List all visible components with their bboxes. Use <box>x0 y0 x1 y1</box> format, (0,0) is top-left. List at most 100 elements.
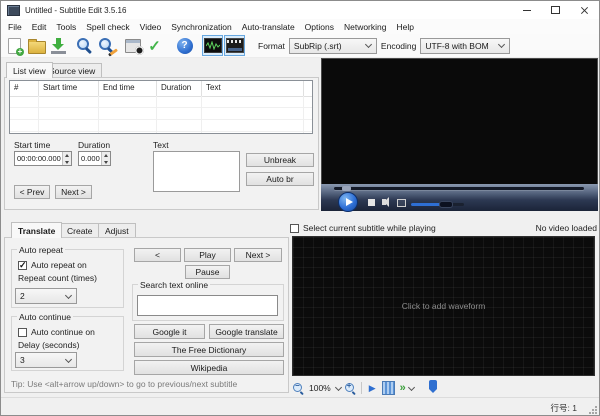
table-body[interactable] <box>10 96 312 133</box>
menu-tools[interactable]: Tools <box>51 19 81 34</box>
stop-icon[interactable] <box>368 199 375 206</box>
auto-repeat-checkbox-label: Auto repeat on <box>31 260 87 270</box>
spin-down-icon <box>102 158 110 165</box>
start-time-label: Start time <box>14 140 51 150</box>
tab-translate[interactable]: Translate <box>11 222 63 238</box>
encoding-select[interactable]: UTF-8 with BOM <box>420 37 511 54</box>
volume-handle[interactable] <box>439 201 453 208</box>
menu-spell-check[interactable]: Spell check <box>81 19 134 34</box>
open-file-icon[interactable] <box>26 35 47 56</box>
delay-select[interactable]: 3 <box>15 352 77 368</box>
tab-create[interactable]: Create <box>60 223 100 238</box>
chevron-down-icon <box>364 40 372 49</box>
format-select[interactable]: SubRip (.srt) <box>288 37 377 54</box>
spell-check-icon[interactable] <box>144 35 165 56</box>
new-file-icon[interactable] <box>4 35 25 56</box>
auto-continue-checkbox[interactable] <box>18 328 27 337</box>
waveform-placeholder: Click to add waveform <box>401 301 486 311</box>
delay-label: Delay (seconds) <box>18 340 80 350</box>
column-end-time[interactable]: End time <box>99 81 157 96</box>
auto-repeat-checkbox[interactable] <box>18 260 27 271</box>
chevron-down-icon[interactable] <box>334 383 342 391</box>
close-button[interactable] <box>570 1 599 19</box>
menu-synchronization[interactable]: Synchronization <box>166 19 236 34</box>
free-dictionary-button[interactable]: The Free Dictionary <box>134 342 284 357</box>
search-online-title: Search text online <box>138 280 211 290</box>
play-icon[interactable] <box>338 192 358 212</box>
repeat-count-select[interactable]: 2 <box>15 288 77 304</box>
menu-networking[interactable]: Networking <box>339 19 392 34</box>
unbreak-button[interactable]: Unbreak <box>246 153 314 167</box>
menu-options[interactable]: Options <box>300 19 339 34</box>
subtitle-text-input[interactable] <box>153 151 240 192</box>
window-title: Untitled - Subtitle Edit 3.5.16 <box>25 5 127 15</box>
tip-text: Tip: Use <alt+arrow up/down> to go to pr… <box>11 379 238 389</box>
volume-fill <box>411 203 441 206</box>
find-icon[interactable] <box>74 35 95 56</box>
text-label: Text <box>153 140 169 150</box>
toggle-video-icon[interactable] <box>224 35 245 56</box>
app-window: Untitled - Subtitle Edit 3.5.16 File Edi… <box>0 0 600 416</box>
back-button[interactable]: < <box>134 248 181 262</box>
save-file-icon[interactable] <box>48 35 69 56</box>
waveform-toolbar: 100% ▶ » <box>292 379 598 397</box>
waveform-zoom-value[interactable]: 100% <box>309 383 331 393</box>
minimize-button[interactable] <box>512 1 541 19</box>
playback-speed-icon[interactable]: » <box>400 382 406 394</box>
format-label: Format <box>258 40 285 51</box>
menu-video[interactable]: Video <box>135 19 167 34</box>
google-translate-button[interactable]: Google translate <box>209 324 284 339</box>
select-subtitle-checkbox[interactable] <box>290 224 299 233</box>
subtitle-table[interactable]: # Start time End time Duration Text <box>9 80 313 134</box>
chevron-down-icon[interactable] <box>407 383 415 391</box>
chevron-down-icon <box>64 355 73 363</box>
pause-button[interactable]: Pause <box>185 265 230 279</box>
search-online-input[interactable] <box>137 295 278 316</box>
start-time-spinner[interactable]: 00:00:00.000 <box>14 151 72 166</box>
play-button[interactable]: Play <box>184 248 231 262</box>
resize-grip-icon[interactable] <box>592 409 594 411</box>
separator <box>360 382 362 394</box>
volume-icon[interactable] <box>382 197 389 207</box>
menu-help[interactable]: Help <box>392 19 419 34</box>
waveform-canvas[interactable]: Click to add waveform <box>292 236 595 376</box>
chevron-down-icon <box>498 40 506 49</box>
volume-slider[interactable] <box>411 201 464 208</box>
zoom-in-icon[interactable] <box>344 381 357 395</box>
next-button[interactable]: Next > <box>234 248 282 262</box>
google-it-button[interactable]: Google it <box>134 324 205 339</box>
duration-spinner[interactable]: 0.000 <box>78 151 111 166</box>
tab-list-view[interactable]: List view <box>6 62 53 78</box>
auto-repeat-title: Auto repeat <box>17 245 65 255</box>
app-icon <box>7 4 20 16</box>
prev-subtitle-button[interactable]: < Prev <box>14 185 50 199</box>
menu-auto-translate[interactable]: Auto-translate <box>237 19 300 34</box>
visual-sync-icon[interactable] <box>122 35 144 56</box>
position-marker-icon[interactable] <box>429 380 437 393</box>
menu-edit[interactable]: Edit <box>27 19 52 34</box>
select-subtitle-label: Select current subtitle while playing <box>303 223 436 233</box>
maximize-button[interactable] <box>541 1 570 19</box>
vertical-zoom-icon[interactable] <box>381 381 395 395</box>
toggle-waveform-icon[interactable] <box>202 35 223 56</box>
seek-bar[interactable] <box>334 186 584 191</box>
column-text[interactable]: Text <box>202 81 304 96</box>
menu-file[interactable]: File <box>3 19 27 34</box>
replace-icon[interactable] <box>96 35 118 57</box>
zoom-out-icon[interactable] <box>292 381 305 395</box>
seek-thumb[interactable] <box>342 186 351 191</box>
waveform-play-icon[interactable]: ▶ <box>369 383 376 394</box>
next-subtitle-button[interactable]: Next > <box>55 185 92 199</box>
column-number[interactable]: # <box>10 81 39 96</box>
video-display[interactable] <box>321 58 598 184</box>
fullscreen-icon[interactable] <box>397 199 406 207</box>
wikipedia-button[interactable]: Wikipedia <box>134 360 284 375</box>
title-bar: Untitled - Subtitle Edit 3.5.16 <box>1 1 599 19</box>
tab-adjust[interactable]: Adjust <box>98 223 136 238</box>
help-icon[interactable] <box>174 35 195 56</box>
column-start-time[interactable]: Start time <box>39 81 99 96</box>
column-filler <box>304 81 312 96</box>
column-duration[interactable]: Duration <box>157 81 202 96</box>
video-controls-bar <box>321 184 598 212</box>
auto-br-button[interactable]: Auto br <box>246 172 314 186</box>
